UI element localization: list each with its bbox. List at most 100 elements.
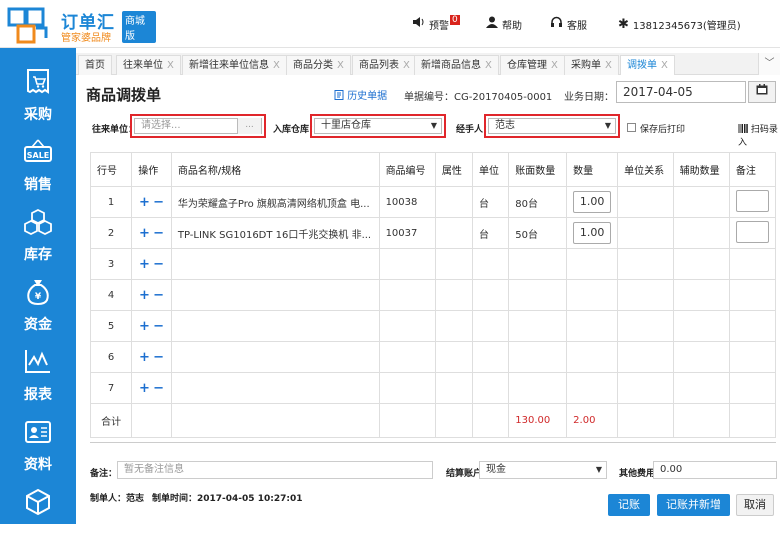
total-empty (434, 403, 473, 438)
remark-field[interactable]: 暂无备注信息 (117, 461, 433, 479)
book-quantity (508, 372, 568, 404)
column-header: 数量 (566, 152, 619, 187)
product-name[interactable] (170, 310, 380, 342)
tab-purchase-order[interactable]: 采购单 X (564, 55, 619, 75)
row-actions: + − (131, 341, 172, 373)
warehouse-select[interactable]: 十里店仓库 ▼ (314, 118, 442, 134)
remove-row-icon[interactable]: − (153, 195, 164, 210)
remove-row-icon[interactable]: − (153, 257, 164, 272)
handler-select[interactable]: 范志 ▼ (488, 118, 616, 134)
add-row-icon[interactable]: + (139, 288, 150, 303)
service-label: 客服 (567, 20, 587, 32)
account-select[interactable]: 现金 ▼ (479, 461, 607, 479)
tab-product-list[interactable]: 商品列表 X (352, 55, 417, 75)
column-header: 属性 (434, 152, 473, 187)
remove-row-icon[interactable]: − (153, 288, 164, 303)
add-row-icon[interactable]: + (139, 319, 150, 334)
cart-icon (27, 69, 49, 94)
tab-partners[interactable]: 往来单位 X (116, 55, 181, 75)
history-label: 历史单据 (347, 91, 388, 102)
tab-more-button[interactable]: ﹀ (758, 53, 780, 75)
close-icon[interactable]: X (485, 60, 492, 71)
product-unit (471, 372, 510, 404)
product-name[interactable] (170, 279, 380, 311)
service-link[interactable]: 客服 (550, 14, 587, 34)
tab-new-product[interactable]: 新增商品信息 X (414, 55, 499, 75)
remove-row-icon[interactable]: − (153, 226, 164, 241)
tab-transfer-order[interactable]: 调拨单 X (620, 55, 675, 75)
close-icon[interactable]: X (403, 60, 410, 71)
product-name[interactable]: TP-LINK SG1016DT 16口千兆交换机 非... (170, 217, 380, 249)
close-icon[interactable]: X (661, 60, 668, 71)
tab-home[interactable]: 首页 (78, 55, 112, 75)
close-icon[interactable]: X (167, 60, 174, 71)
product-name[interactable]: 华为荣耀盒子Pro 旗舰高清网络机顶盒 电... (170, 186, 380, 218)
cancel-button[interactable]: 取消 (736, 494, 774, 516)
add-row-icon[interactable]: + (139, 195, 150, 210)
column-header: 账面数量 (508, 152, 568, 187)
user-menu[interactable]: ✱ 13812345673(管理员) (618, 14, 741, 34)
sidebar-item-label: 销售 (24, 177, 52, 193)
product-name[interactable] (170, 248, 380, 280)
sidebar-item-funds[interactable]: ¥ 资金 (0, 272, 76, 342)
quantity-input[interactable]: 1.00 (573, 191, 612, 213)
svg-text:SALE: SALE (27, 151, 50, 160)
add-row-icon[interactable]: + (139, 350, 150, 365)
speaker-icon (412, 16, 425, 32)
scan-entry-button[interactable]: 扫码录入 (738, 122, 780, 148)
sidebar-item-purchase[interactable]: 采购 (0, 62, 76, 132)
quantity-input[interactable]: 1.00 (573, 222, 612, 244)
boxes-icon (24, 208, 52, 236)
remove-row-icon[interactable]: − (153, 350, 164, 365)
history-link[interactable]: 历史单据 (334, 87, 387, 102)
add-row-icon[interactable]: + (139, 381, 150, 396)
logo[interactable]: 订单汇 商城版 管家婆品牌 (6, 4, 156, 44)
print-after-save-checkbox[interactable] (627, 123, 636, 132)
product-name[interactable] (170, 372, 380, 404)
sidebar-item-inventory[interactable]: 库存 (0, 202, 76, 272)
close-icon[interactable]: X (605, 60, 612, 71)
unit-relation (617, 217, 674, 249)
sidebar-item-data[interactable]: 资料 (0, 412, 76, 482)
remove-row-icon[interactable]: − (153, 381, 164, 396)
quantity-cell (566, 279, 619, 311)
tab-warehouse[interactable]: 仓库管理 X (500, 55, 565, 75)
remove-row-icon[interactable]: − (153, 319, 164, 334)
partner-select[interactable]: 请选择... ... (134, 118, 262, 134)
close-icon[interactable]: X (273, 60, 280, 71)
product-attr (434, 217, 473, 249)
column-header: 辅助数量 (672, 152, 730, 187)
tab-new-partner[interactable]: 新增往来单位信息 X (182, 55, 287, 75)
sidebar-item-sales[interactable]: SALE 销售 (0, 132, 76, 202)
help-link[interactable]: 帮助 (486, 14, 522, 34)
calendar-button[interactable] (748, 81, 776, 103)
quantity-cell (566, 372, 619, 404)
partner-picker-button[interactable]: ... (237, 118, 261, 134)
total-empty (378, 403, 436, 438)
sidebar-item-reports[interactable]: 报表 (0, 342, 76, 412)
save-button[interactable]: 记账 (608, 494, 650, 516)
alert-link[interactable]: 预警 0 (412, 14, 460, 34)
sidebar-item-label: 资金 (24, 317, 52, 333)
divider (90, 442, 776, 443)
tab-label: 商品分类 (293, 60, 333, 71)
add-row-icon[interactable]: + (139, 257, 150, 272)
remark-input[interactable] (735, 220, 769, 243)
unit-relation (617, 248, 674, 280)
add-row-icon[interactable]: + (139, 226, 150, 241)
footer-form: 备注： 暂无备注信息 结算账户： 现金 ▼ 其他费用： 0.00 (90, 461, 780, 481)
tab-label: 新增往来单位信息 (189, 60, 269, 71)
date-input[interactable]: 2017-04-05 (616, 81, 746, 103)
row-number: 3 (89, 248, 133, 280)
sidebar: 采购 SALE 销售 库存 ¥ 资金 报表 资料 (0, 48, 76, 524)
remark-input[interactable] (735, 189, 769, 212)
other-fee-input[interactable]: 0.00 (653, 461, 777, 479)
product-name[interactable] (170, 341, 380, 373)
close-icon[interactable]: X (337, 60, 344, 71)
tab-label: 仓库管理 (507, 60, 547, 71)
tab-product-category[interactable]: 商品分类 X (286, 55, 351, 75)
sidebar-item-more[interactable] (0, 482, 76, 552)
close-icon[interactable]: X (551, 60, 558, 71)
product-attr (434, 186, 473, 218)
save-and-new-button[interactable]: 记账并新增 (657, 494, 730, 516)
